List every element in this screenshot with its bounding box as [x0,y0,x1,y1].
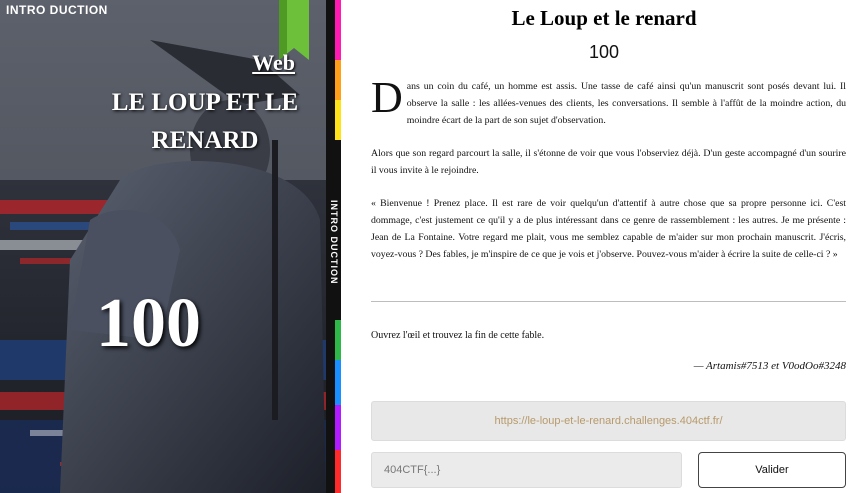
story-paragraph: Dans un coin du café, un homme est assis… [371,73,846,129]
drop-cap: D [371,73,403,122]
submit-flag-button[interactable]: Valider [698,452,846,488]
challenge-title: Le Loup et le renard [511,6,697,30]
challenge-panel: Le Loup et le renard 100 Dans un coin du… [341,0,867,493]
story-paragraph-text: ans un coin du café, un homme est assis.… [406,81,846,126]
spine-label: INTRO DUCTION [329,200,339,285]
flag-input[interactable] [371,452,682,488]
challenge-url-link[interactable]: https://le-loup-et-le-renard.challenges.… [371,401,846,441]
story-paragraph: Alors que son regard parcourt la salle, … [371,148,846,176]
cover-category-web: Web [252,50,295,75]
challenge-credits: — Artamis#7513 et V0odOo#3248 [693,360,846,372]
challenge-points: 100 [588,42,620,62]
divider [371,301,846,302]
cover-title: LE LOUP ET LE RENARD [111,89,299,154]
category-label: INTRO DUCTION [6,3,108,17]
challenge-cover: INTRO DUCTION Web LE LOUP ET LE RENARD 1… [0,0,341,493]
story-paragraph: « Bienvenue ! Prenez place. Il est rare … [371,198,846,260]
cover-points: 100 [96,285,201,362]
challenge-prompt: Ouvrez l'œil et trouvez la fin de cette … [371,330,545,341]
cover-spine: INTRO DUCTION [326,0,341,493]
challenge-description: Dans un coin du café, un homme est assis… [371,73,846,279]
